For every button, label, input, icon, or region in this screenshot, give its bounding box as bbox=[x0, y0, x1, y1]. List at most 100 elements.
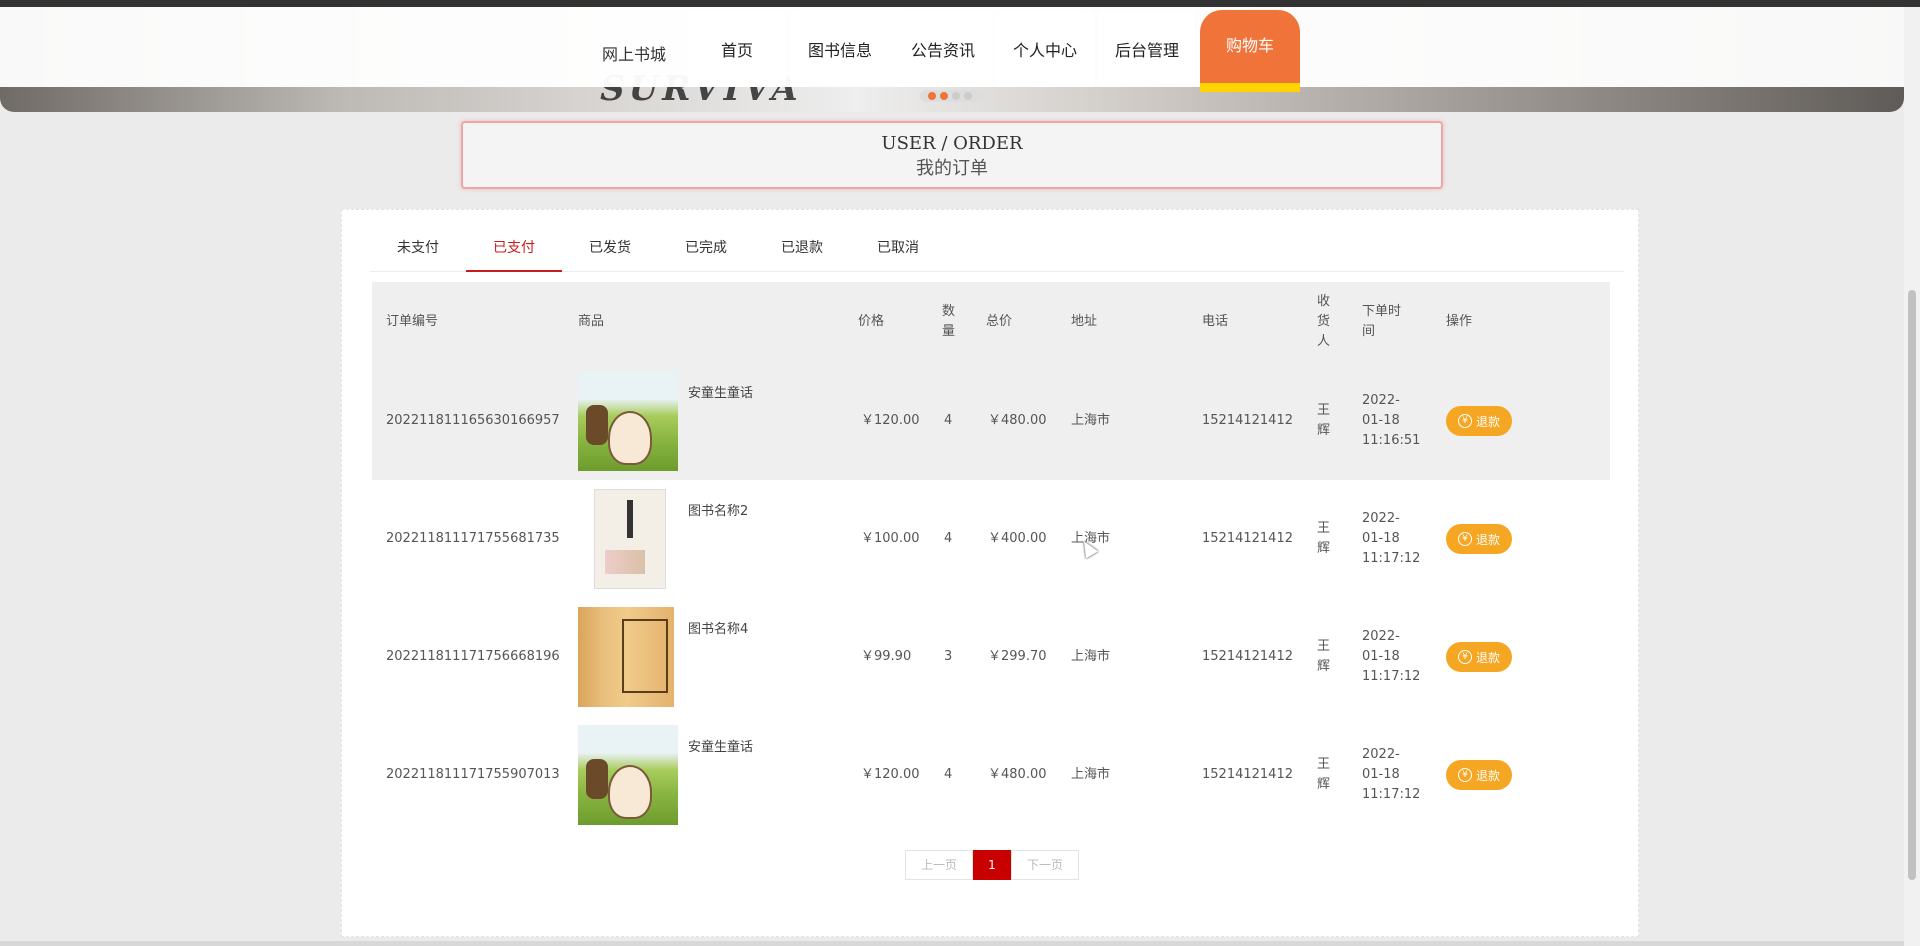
total: ￥480.00 bbox=[988, 413, 1047, 428]
th-receiver: 收 货 人 bbox=[1317, 294, 1331, 349]
page-scrollbar[interactable] bbox=[1904, 7, 1920, 946]
book-cover-image[interactable] bbox=[594, 489, 666, 589]
order-time: 2022- 01-18 11:17:12 bbox=[1362, 747, 1421, 802]
th-product: 商品 bbox=[578, 314, 605, 329]
refund-label: 退款 bbox=[1475, 650, 1500, 665]
table-header: 订单编号 商品 价格 数 量 总价 地址 电话 收 货 人 下单时 间 操作 bbox=[372, 282, 1610, 362]
order-card: 未支付 已支付 已发货 已完成 已退款 已取消 订单编号 商品 价格 数 量 总… bbox=[341, 209, 1639, 937]
page-title-cn: 我的订单 bbox=[916, 158, 988, 179]
total: ￥299.70 bbox=[988, 649, 1047, 664]
bottom-edge bbox=[0, 941, 1904, 946]
book-cover-image[interactable] bbox=[578, 371, 678, 471]
nav-news[interactable]: 公告资讯 bbox=[894, 11, 992, 87]
address: 上海市 bbox=[1071, 413, 1111, 428]
quantity: 3 bbox=[944, 649, 953, 664]
order-no: 202211811165630166957 bbox=[386, 413, 560, 428]
prev-page-button[interactable]: 上一页 bbox=[905, 850, 973, 880]
th-price: 价格 bbox=[858, 314, 885, 329]
receiver: 王 辉 bbox=[1317, 639, 1331, 674]
price: ￥120.00 bbox=[861, 413, 920, 428]
quantity: 4 bbox=[944, 413, 953, 428]
page-title-box: USER / ORDER 我的订单 bbox=[461, 121, 1443, 189]
book-cover-image[interactable] bbox=[578, 725, 678, 825]
th-order-time: 下单时 间 bbox=[1362, 304, 1402, 339]
th-total: 总价 bbox=[986, 314, 1013, 329]
quantity: 4 bbox=[944, 767, 953, 782]
order-no: 202211811171756668196 bbox=[386, 649, 560, 664]
phone: 15214121412 bbox=[1202, 413, 1293, 428]
total: ￥480.00 bbox=[988, 767, 1047, 782]
price: ￥99.90 bbox=[861, 649, 912, 664]
nav-admin[interactable]: 后台管理 bbox=[1099, 11, 1195, 87]
tab-unpaid[interactable]: 未支付 bbox=[370, 224, 466, 272]
order-time: 2022- 01-18 11:17:12 bbox=[1362, 629, 1421, 684]
receiver: 王 辉 bbox=[1317, 521, 1331, 556]
scrollbar-thumb[interactable] bbox=[1908, 290, 1916, 880]
yen-icon: ¥ bbox=[1457, 650, 1472, 664]
carousel-dot[interactable] bbox=[952, 92, 960, 100]
receiver: 王 辉 bbox=[1317, 757, 1331, 792]
refund-label: 退款 bbox=[1475, 532, 1500, 547]
refund-label: 退款 bbox=[1475, 768, 1500, 783]
tab-cancelled[interactable]: 已取消 bbox=[850, 224, 946, 272]
top-navbar: 网上书城 首页 图书信息 公告资讯 个人中心 后台管理 购物车 bbox=[0, 7, 1904, 92]
book-cover-image[interactable] bbox=[578, 607, 674, 707]
order-status-tabs: 未支付 已支付 已发货 已完成 已退款 已取消 bbox=[370, 224, 1624, 272]
yen-icon: ¥ bbox=[1457, 414, 1472, 428]
carousel-dot[interactable] bbox=[928, 92, 936, 100]
th-address: 地址 bbox=[1071, 314, 1098, 329]
refund-button[interactable]: ¥ 退款 bbox=[1446, 406, 1512, 436]
price: ￥100.00 bbox=[861, 531, 920, 546]
browser-top-strip bbox=[0, 0, 1920, 7]
refund-button[interactable]: ¥ 退款 bbox=[1446, 760, 1512, 790]
th-action: 操作 bbox=[1446, 314, 1473, 329]
table-row: 202211811165630166957 安童生童话 ￥120.00 4 ￥4… bbox=[372, 362, 1610, 480]
banner-carousel-dots[interactable] bbox=[920, 90, 982, 102]
book-name[interactable]: 安童生童话 bbox=[688, 736, 753, 755]
nav-cart-underline bbox=[1200, 83, 1300, 92]
yen-icon: ¥ bbox=[1457, 532, 1472, 546]
receiver: 王 辉 bbox=[1317, 403, 1331, 438]
order-no: 202211811171755907013 bbox=[386, 767, 560, 782]
refund-label: 退款 bbox=[1475, 414, 1500, 429]
nav-profile[interactable]: 个人中心 bbox=[996, 11, 1094, 87]
th-phone: 电话 bbox=[1202, 314, 1229, 329]
address: 上海市 bbox=[1071, 767, 1111, 782]
next-page-button[interactable]: 下一页 bbox=[1011, 850, 1079, 880]
tab-shipped[interactable]: 已发货 bbox=[562, 224, 658, 272]
phone: 15214121412 bbox=[1202, 767, 1293, 782]
phone: 15214121412 bbox=[1202, 531, 1293, 546]
tab-completed[interactable]: 已完成 bbox=[658, 224, 754, 272]
page-title-en: USER / ORDER bbox=[881, 133, 1023, 154]
book-name[interactable]: 图书名称2 bbox=[688, 500, 748, 519]
table-row: 202211811171756668196 图书名称4 ￥99.90 3 ￥29… bbox=[372, 598, 1610, 716]
total: ￥400.00 bbox=[988, 531, 1047, 546]
order-time: 2022- 01-18 11:16:51 bbox=[1362, 393, 1421, 448]
nav-cart[interactable]: 购物车 bbox=[1200, 10, 1300, 83]
nav-books[interactable]: 图书信息 bbox=[791, 11, 889, 87]
quantity: 4 bbox=[944, 531, 953, 546]
order-no: 202211811171755681735 bbox=[386, 531, 560, 546]
order-table: 订单编号 商品 价格 数 量 总价 地址 电话 收 货 人 下单时 间 操作 2… bbox=[372, 282, 1610, 834]
book-name[interactable]: 安童生童话 bbox=[688, 382, 753, 401]
yen-icon: ¥ bbox=[1457, 768, 1472, 782]
address: 上海市 bbox=[1071, 649, 1111, 664]
carousel-dot[interactable] bbox=[964, 92, 972, 100]
phone: 15214121412 bbox=[1202, 649, 1293, 664]
tab-paid[interactable]: 已支付 bbox=[466, 224, 562, 272]
book-name[interactable]: 图书名称4 bbox=[688, 618, 748, 637]
price: ￥120.00 bbox=[861, 767, 920, 782]
refund-button[interactable]: ¥ 退款 bbox=[1446, 524, 1512, 554]
table-row: 202211811171755907013 安童生童话 ￥120.00 4 ￥4… bbox=[372, 716, 1610, 834]
nav-home[interactable]: 首页 bbox=[688, 11, 786, 87]
site-brand[interactable]: 网上书城 bbox=[602, 41, 666, 65]
refund-button[interactable]: ¥ 退款 bbox=[1446, 642, 1512, 672]
th-qty: 数 量 bbox=[942, 304, 956, 339]
current-page-button[interactable]: 1 bbox=[973, 850, 1011, 880]
order-time: 2022- 01-18 11:17:12 bbox=[1362, 511, 1421, 566]
pagination: 上一页 1 下一页 bbox=[905, 850, 1079, 880]
th-order-no: 订单编号 bbox=[386, 314, 439, 329]
tab-refunded[interactable]: 已退款 bbox=[754, 224, 850, 272]
carousel-dot[interactable] bbox=[940, 92, 948, 100]
table-row: 202211811171755681735 图书名称2 ￥100.00 4 ￥4… bbox=[372, 480, 1610, 598]
